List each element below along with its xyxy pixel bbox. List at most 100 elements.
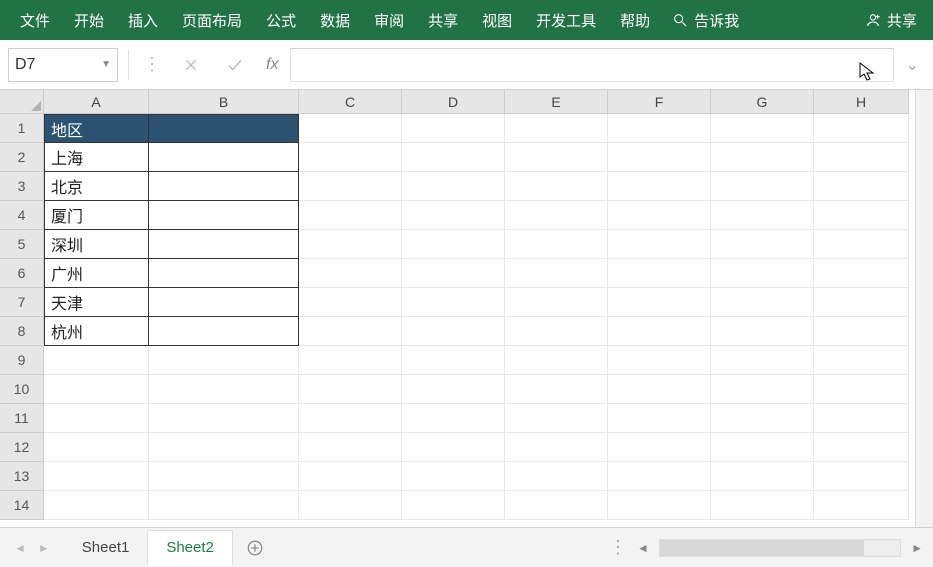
cell-E11[interactable] xyxy=(505,404,608,433)
cell-D1[interactable] xyxy=(402,114,505,143)
cell-F13[interactable] xyxy=(608,462,711,491)
cell-H14[interactable] xyxy=(814,491,909,520)
cell-A11[interactable] xyxy=(44,404,149,433)
cell-A12[interactable] xyxy=(44,433,149,462)
row-header-13[interactable]: 13 xyxy=(0,462,44,491)
row-header-12[interactable]: 12 xyxy=(0,433,44,462)
cell-D7[interactable] xyxy=(402,288,505,317)
col-header-C[interactable]: C xyxy=(299,90,402,114)
cell-F7[interactable] xyxy=(608,288,711,317)
cell-A2[interactable]: 上海 xyxy=(44,143,149,172)
cell-H2[interactable] xyxy=(814,143,909,172)
cell-E9[interactable] xyxy=(505,346,608,375)
menu-data[interactable]: 数据 xyxy=(308,2,362,39)
formula-bar-expand-icon[interactable]: ⌄ xyxy=(900,55,925,75)
row-header-9[interactable]: 9 xyxy=(0,346,44,375)
cell-C12[interactable] xyxy=(299,433,402,462)
cell-B14[interactable] xyxy=(149,491,299,520)
menu-formulas[interactable]: 公式 xyxy=(254,2,308,39)
select-all-corner[interactable] xyxy=(0,90,44,114)
cell-H13[interactable] xyxy=(814,462,909,491)
cell-H3[interactable] xyxy=(814,172,909,201)
menu-pagelayout[interactable]: 页面布局 xyxy=(170,2,254,39)
cell-B1[interactable] xyxy=(149,114,299,143)
cell-C4[interactable] xyxy=(299,201,402,230)
cell-D11[interactable] xyxy=(402,404,505,433)
cell-D3[interactable] xyxy=(402,172,505,201)
cell-D5[interactable] xyxy=(402,230,505,259)
cell-F1[interactable] xyxy=(608,114,711,143)
cell-H10[interactable] xyxy=(814,375,909,404)
cell-H9[interactable] xyxy=(814,346,909,375)
hscroll-thumb[interactable] xyxy=(660,540,864,556)
row-header-6[interactable]: 6 xyxy=(0,259,44,288)
cell-C9[interactable] xyxy=(299,346,402,375)
cell-E1[interactable] xyxy=(505,114,608,143)
cell-G9[interactable] xyxy=(711,346,814,375)
cell-H5[interactable] xyxy=(814,230,909,259)
cell-B4[interactable] xyxy=(149,201,299,230)
cell-C7[interactable] xyxy=(299,288,402,317)
cell-G11[interactable] xyxy=(711,404,814,433)
row-header-14[interactable]: 14 xyxy=(0,491,44,520)
sheet-nav-prev-icon[interactable]: ◄ xyxy=(10,537,30,559)
sheet-nav-next-icon[interactable]: ► xyxy=(34,537,54,559)
cell-A4[interactable]: 厦门 xyxy=(44,201,149,230)
cell-F4[interactable] xyxy=(608,201,711,230)
cell-G4[interactable] xyxy=(711,201,814,230)
cell-G12[interactable] xyxy=(711,433,814,462)
cell-E4[interactable] xyxy=(505,201,608,230)
horizontal-scrollbar[interactable] xyxy=(659,539,901,557)
cell-F10[interactable] xyxy=(608,375,711,404)
cell-E3[interactable] xyxy=(505,172,608,201)
cell-A10[interactable] xyxy=(44,375,149,404)
row-header-1[interactable]: 1 xyxy=(0,114,44,143)
row-header-7[interactable]: 7 xyxy=(0,288,44,317)
cell-H8[interactable] xyxy=(814,317,909,346)
cell-E13[interactable] xyxy=(505,462,608,491)
cell-D4[interactable] xyxy=(402,201,505,230)
cell-B5[interactable] xyxy=(149,230,299,259)
row-header-11[interactable]: 11 xyxy=(0,404,44,433)
cell-G14[interactable] xyxy=(711,491,814,520)
hscroll-right-icon[interactable]: ► xyxy=(907,541,927,555)
sheet-tab-sheet1[interactable]: Sheet1 xyxy=(64,531,149,564)
cell-A5[interactable]: 深圳 xyxy=(44,230,149,259)
cell-F9[interactable] xyxy=(608,346,711,375)
cell-A14[interactable] xyxy=(44,491,149,520)
col-header-D[interactable]: D xyxy=(402,90,505,114)
add-sheet-button[interactable] xyxy=(239,532,271,564)
cell-D10[interactable] xyxy=(402,375,505,404)
cell-E5[interactable] xyxy=(505,230,608,259)
cell-F12[interactable] xyxy=(608,433,711,462)
cell-G7[interactable] xyxy=(711,288,814,317)
cell-A8[interactable]: 杭州 xyxy=(44,317,149,346)
cell-H11[interactable] xyxy=(814,404,909,433)
cell-A13[interactable] xyxy=(44,462,149,491)
cell-F11[interactable] xyxy=(608,404,711,433)
row-header-8[interactable]: 8 xyxy=(0,317,44,346)
menu-insert[interactable]: 插入 xyxy=(116,2,170,39)
row-header-4[interactable]: 4 xyxy=(0,201,44,230)
menu-help[interactable]: 帮助 xyxy=(608,2,662,39)
cell-E2[interactable] xyxy=(505,143,608,172)
cell-E8[interactable] xyxy=(505,317,608,346)
cell-G6[interactable] xyxy=(711,259,814,288)
cell-F5[interactable] xyxy=(608,230,711,259)
row-header-3[interactable]: 3 xyxy=(0,172,44,201)
cell-A1[interactable]: 地区 xyxy=(44,114,149,143)
cell-F14[interactable] xyxy=(608,491,711,520)
cell-A6[interactable]: 广州 xyxy=(44,259,149,288)
name-box-dropdown-icon[interactable]: ▼ xyxy=(101,59,111,70)
cell-B10[interactable] xyxy=(149,375,299,404)
cell-G13[interactable] xyxy=(711,462,814,491)
menu-devtools[interactable]: 开发工具 xyxy=(524,2,608,39)
menu-share-tab[interactable]: 共享 xyxy=(416,2,470,39)
menu-home[interactable]: 开始 xyxy=(62,2,116,39)
cell-B2[interactable] xyxy=(149,143,299,172)
cell-H12[interactable] xyxy=(814,433,909,462)
cell-B3[interactable] xyxy=(149,172,299,201)
col-header-E[interactable]: E xyxy=(505,90,608,114)
col-header-H[interactable]: H xyxy=(814,90,909,114)
cell-D2[interactable] xyxy=(402,143,505,172)
